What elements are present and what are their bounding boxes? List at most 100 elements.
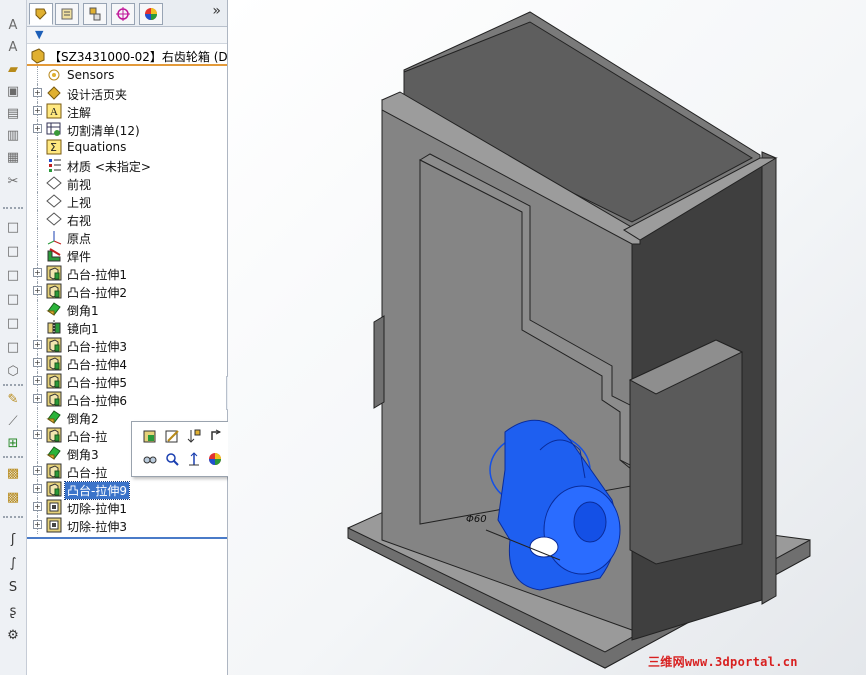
expand-toggle[interactable]: +	[33, 88, 42, 97]
crosshair-icon	[116, 7, 130, 21]
part-icon[interactable]: ▣	[3, 82, 23, 100]
tree-item-label: 焊件	[67, 250, 92, 264]
extrude-boss-icon[interactable]: ▩	[3, 464, 23, 482]
sheet-metal-icon[interactable]: S	[3, 578, 23, 596]
zoom-to-selection-button[interactable]	[162, 450, 182, 470]
cut-extrude-icon	[46, 499, 62, 515]
dimension-label[interactable]: Φ60	[466, 514, 487, 525]
tree-item[interactable]: 右视	[27, 210, 227, 228]
view-left-icon[interactable]: □	[3, 266, 23, 284]
routing-icon[interactable]: ⚙	[3, 626, 23, 644]
sheet-icon[interactable]: ▦	[3, 148, 23, 166]
tree-item-label: 切除-拉伸1	[67, 502, 127, 516]
tree-item[interactable]: + 切除-拉伸3	[27, 516, 227, 534]
graphics-viewport[interactable]: Φ60	[228, 0, 866, 675]
tree-item-label: 材质 <未指定>	[67, 160, 151, 174]
smart-dimension-icon[interactable]: ⟋	[3, 412, 23, 430]
expand-toggle[interactable]: +	[33, 466, 42, 475]
sketch-text-icon[interactable]: A	[3, 16, 23, 34]
tree-item[interactable]: + 凸台-拉伸1	[27, 264, 227, 282]
gearbox-model[interactable]	[228, 0, 866, 675]
tree-item[interactable]: + 设计活页夹	[27, 84, 227, 102]
expand-toggle[interactable]: +	[33, 106, 42, 115]
view-right-icon[interactable]: □	[3, 290, 23, 308]
parent-child-button[interactable]	[206, 427, 226, 447]
tree-connector-line	[37, 246, 38, 264]
tree-item[interactable]: 镜向1	[27, 318, 227, 336]
expand-toggle[interactable]: +	[33, 394, 42, 403]
tree-connector-line	[37, 408, 38, 426]
tab-feature-manager[interactable]	[29, 3, 53, 25]
extrude-cut-icon[interactable]: ▩	[3, 488, 23, 506]
sketch-text2-icon[interactable]: A	[3, 38, 23, 56]
expand-toggle[interactable]: +	[33, 358, 42, 367]
normal-to-button[interactable]	[184, 450, 204, 470]
boss-extrude-icon	[46, 373, 62, 389]
tree-item[interactable]: 材质 <未指定>	[27, 156, 227, 174]
tree-item[interactable]: + A 注解	[27, 102, 227, 120]
tree-item[interactable]: 上视	[27, 192, 227, 210]
annotation-icon: A	[46, 103, 62, 119]
expand-toggle[interactable]: +	[33, 340, 42, 349]
weld-icon[interactable]: ʃ	[3, 530, 23, 548]
view-front-icon[interactable]: □	[3, 218, 23, 236]
view-back-icon[interactable]: □	[3, 242, 23, 260]
open-folder-icon[interactable]: ▰	[3, 60, 23, 78]
tree-item[interactable]: + 切割清单(12)	[27, 120, 227, 138]
tree-item[interactable]: + 凸台-拉伸3	[27, 336, 227, 354]
tree-item[interactable]: + 凸台-拉伸9	[27, 480, 227, 500]
tree-item[interactable]: 原点	[27, 228, 227, 246]
normal-to-icon	[186, 451, 202, 470]
drawing-icon[interactable]: ▥	[3, 126, 23, 144]
expand-toggle[interactable]: +	[33, 286, 42, 295]
tree-end-marker	[27, 537, 227, 539]
rollback-icon	[186, 428, 202, 447]
expand-toggle[interactable]: +	[33, 376, 42, 385]
tab-dimxpert-manager[interactable]	[111, 3, 135, 25]
filter-icon[interactable]: ▼	[35, 28, 43, 41]
tool-icon[interactable]: ✂	[3, 172, 23, 190]
tree-item[interactable]: Sensors	[27, 66, 227, 84]
expand-toggle[interactable]: +	[33, 520, 42, 529]
rollback-button[interactable]	[184, 427, 204, 447]
tree-item[interactable]: + 凸台-拉伸6	[27, 390, 227, 408]
hide-show-button[interactable]	[140, 450, 160, 470]
expand-toggle[interactable]: +	[33, 124, 42, 133]
view-bottom-icon[interactable]: □	[3, 338, 23, 356]
mold-icon[interactable]: ʂ	[3, 602, 23, 620]
tab-display-manager[interactable]	[139, 3, 163, 25]
tabs-more-button[interactable]: »	[212, 3, 221, 19]
appearance-button[interactable]	[206, 450, 226, 470]
edit-feature-button[interactable]	[140, 427, 160, 447]
structural-member-icon[interactable]: ∫	[3, 554, 23, 572]
tree-filter-bar[interactable]: ▼	[27, 27, 227, 44]
expand-toggle[interactable]: +	[33, 430, 42, 439]
tree-connector-line	[37, 300, 38, 318]
appearance-icon	[208, 451, 224, 470]
sketch-icon[interactable]: ✎	[3, 390, 23, 408]
edit-sketch-button[interactable]	[162, 427, 182, 447]
tree-item[interactable]: Σ Equations	[27, 138, 227, 156]
tree-root-part[interactable]: 【SZ3431000-02】右齿轮箱 (D	[27, 47, 227, 65]
tab-configuration-manager[interactable]	[83, 3, 107, 25]
tree-item[interactable]: + 凸台-拉伸5	[27, 372, 227, 390]
tree-item-label: 上视	[67, 196, 92, 210]
tree-item[interactable]: 倒角1	[27, 300, 227, 318]
tab-property-manager[interactable]	[55, 3, 79, 25]
property-icon	[61, 8, 73, 20]
tree-item[interactable]: + 凸台-拉伸4	[27, 354, 227, 372]
tree-item[interactable]: + 切除-拉伸1	[27, 498, 227, 516]
chamfer-icon	[46, 409, 62, 425]
tree-item[interactable]: + 凸台-拉伸2	[27, 282, 227, 300]
view-iso-icon[interactable]: ⬡	[3, 362, 23, 380]
assembly-icon[interactable]: ▤	[3, 104, 23, 122]
tree-item-label: 凸台-拉	[67, 430, 108, 444]
expand-toggle[interactable]: +	[33, 502, 42, 511]
tree-item[interactable]: 焊件	[27, 246, 227, 264]
expand-toggle[interactable]: +	[33, 268, 42, 277]
expand-toggle[interactable]: +	[33, 484, 42, 493]
relation-icon[interactable]: ⊞	[3, 434, 23, 452]
tree-item[interactable]: 前视	[27, 174, 227, 192]
view-top-icon[interactable]: □	[3, 314, 23, 332]
tree-item-label: 凸台-拉伸2	[67, 286, 127, 300]
